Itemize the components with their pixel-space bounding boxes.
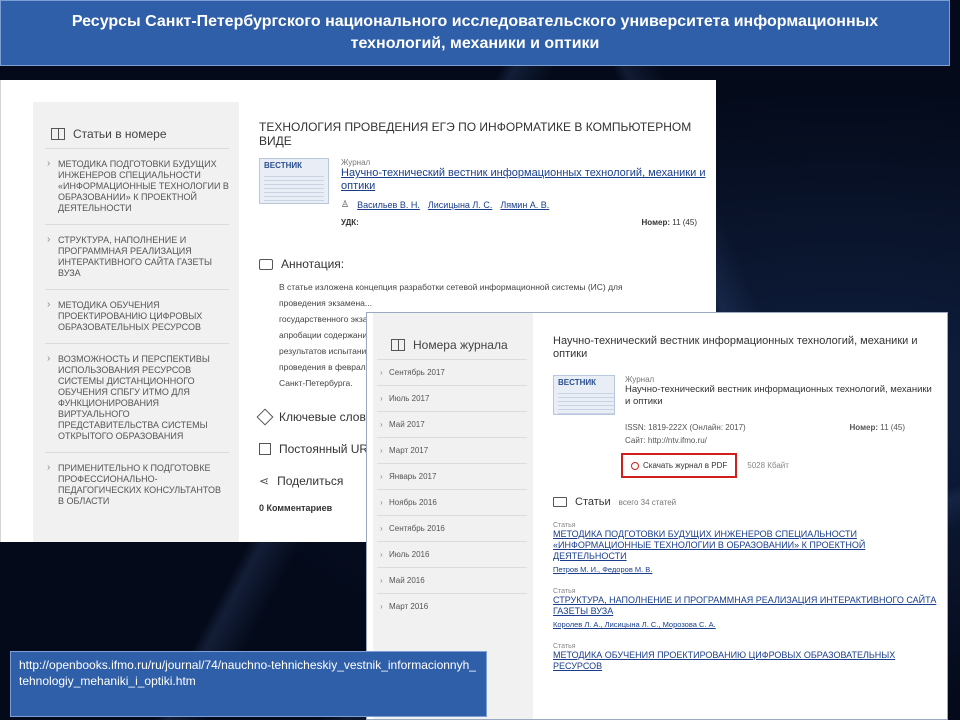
journal-cover-image[interactable]: ВЕСТНИК xyxy=(553,375,615,415)
issue-item[interactable]: Сентябрь 2016 xyxy=(377,515,527,542)
journal-meta: ISSN: 1819-222X (Онлайн: 2017) Номер: 11… xyxy=(625,423,905,432)
cover-title: ВЕСТНИК xyxy=(558,378,596,387)
author-link[interactable]: Васильев В. Н. xyxy=(357,200,420,210)
udk-label: УДК: xyxy=(341,218,359,227)
annotation-heading: Аннотация: xyxy=(259,257,715,271)
book-icon xyxy=(391,339,405,351)
articles-count: всего 34 статей xyxy=(618,497,677,507)
article-link[interactable]: Структура, наполнение и программная реал… xyxy=(553,595,939,617)
download-size: 5028 Кбайт xyxy=(747,461,789,470)
comment-icon xyxy=(259,258,273,270)
share-icon: ⋖ xyxy=(259,474,270,488)
list-item[interactable]: Возможность и перспективы использования … xyxy=(45,343,229,452)
issue-item[interactable]: Январь 2017 xyxy=(377,463,527,490)
author-link[interactable]: Лисицына Л. С. xyxy=(428,200,492,210)
external-link-icon xyxy=(259,443,271,455)
article-authors[interactable]: Петров М. И., Федоров М. В. xyxy=(553,565,939,574)
author-link[interactable]: Лямин А. В. xyxy=(500,200,549,210)
article-title: Технология проведения ЕГЭ по информатике… xyxy=(259,120,692,148)
article-entry: Статья Методика подготовки будущих инжен… xyxy=(553,522,939,574)
authors-row: ♙ Васильев В. Н. Лисицына Л. С. Лямин А.… xyxy=(341,199,715,210)
article-link[interactable]: Методика обучения проектированию цифровы… xyxy=(553,650,939,672)
journal-site: Сайт: http://ntv.ifmo.ru/ xyxy=(625,436,707,445)
issue-item[interactable]: Июль 2017 xyxy=(377,385,527,412)
panel-heading: Статьи в номере xyxy=(33,102,239,148)
issue-item[interactable]: Март 2016 xyxy=(377,593,527,620)
articles-heading: Статьи всего 34 статей xyxy=(553,496,939,508)
tag-icon xyxy=(256,408,274,426)
journal-name: Научно-технический вестник информационны… xyxy=(625,384,932,407)
slide-title: Ресурсы Санкт-Петербургского национально… xyxy=(71,13,879,52)
journal-label: Журнал xyxy=(341,158,371,167)
issue-number: Номер: 11 (45) xyxy=(641,218,697,227)
journal-content: Научно-технический вестник информационны… xyxy=(553,335,939,672)
article-link[interactable]: Методика подготовки будущих инженеров сп… xyxy=(553,529,939,562)
article-meta: УДК: Номер: 11 (45) xyxy=(341,218,697,227)
slide-title-banner: Ресурсы Санкт-Петербургского национально… xyxy=(0,0,950,66)
issue-item[interactable]: Сентябрь 2017 xyxy=(377,359,527,386)
issue-number: Номер: 11 (45) xyxy=(849,423,905,432)
article-authors[interactable]: Королев Л. А., Лисицына Л. С., Морозова … xyxy=(553,620,939,629)
list-item[interactable]: Методика подготовки будущих инженеров сп… xyxy=(45,148,229,224)
folder-icon xyxy=(553,497,567,507)
issue-item[interactable]: Май 2016 xyxy=(377,567,527,594)
journal-link[interactable]: Научно-технический вестник информационны… xyxy=(341,167,715,193)
list-item[interactable]: Применительно к подготовке профессиональ… xyxy=(45,452,229,517)
journal-title: Научно-технический вестник информационны… xyxy=(553,335,918,360)
issue-item[interactable]: Ноябрь 2016 xyxy=(377,489,527,516)
journal-info: ВЕСТНИК Журнал Научно-технический вестни… xyxy=(553,375,939,415)
articles-list: Методика подготовки будущих инженеров сп… xyxy=(33,148,239,517)
issn: ISSN: 1819-222X (Онлайн: 2017) xyxy=(625,423,746,432)
site-link[interactable]: http://ntv.ifmo.ru/ xyxy=(648,436,707,445)
list-item[interactable]: Методика обучения проектированию цифровы… xyxy=(45,289,229,343)
download-icon xyxy=(631,461,639,470)
list-item[interactable]: Структура, наполнение и программная реал… xyxy=(45,224,229,289)
journal-cover-image[interactable]: ВЕСТНИК xyxy=(259,158,329,204)
url-text[interactable]: http://openbooks.ifmo.ru/ru/journal/74/n… xyxy=(19,658,476,688)
issues-list: Сентябрь 2017 Июль 2017 Май 2017 Март 20… xyxy=(373,359,533,620)
download-pdf-button[interactable]: Скачать журнал в PDF xyxy=(621,453,738,478)
panel-heading: Номера журнала xyxy=(373,313,533,359)
issue-item[interactable]: Май 2017 xyxy=(377,411,527,438)
url-caption-box: http://openbooks.ifmo.ru/ru/journal/74/n… xyxy=(10,651,487,717)
panel-heading-label: Номера журнала xyxy=(413,338,508,352)
book-icon xyxy=(51,128,65,140)
journal-info: ВЕСТНИК Журнал Научно-технический вестни… xyxy=(259,158,715,210)
cover-title: ВЕСТНИК xyxy=(264,161,302,170)
download-row: Скачать журнал в PDF 5028 Кбайт xyxy=(553,453,939,478)
person-icon: ♙ xyxy=(341,199,350,209)
issue-item[interactable]: Июль 2016 xyxy=(377,541,527,568)
articles-in-issue-panel: Статьи в номере Методика подготовки буду… xyxy=(33,102,239,542)
article-entry: Статья Методика обучения проектированию … xyxy=(553,643,939,672)
panel-heading-label: Статьи в номере xyxy=(73,127,167,141)
article-entry: Статья Структура, наполнение и программн… xyxy=(553,588,939,629)
issue-item[interactable]: Март 2017 xyxy=(377,437,527,464)
journal-label: Журнал xyxy=(625,375,655,384)
annotation-heading-label: Аннотация: xyxy=(281,257,345,271)
